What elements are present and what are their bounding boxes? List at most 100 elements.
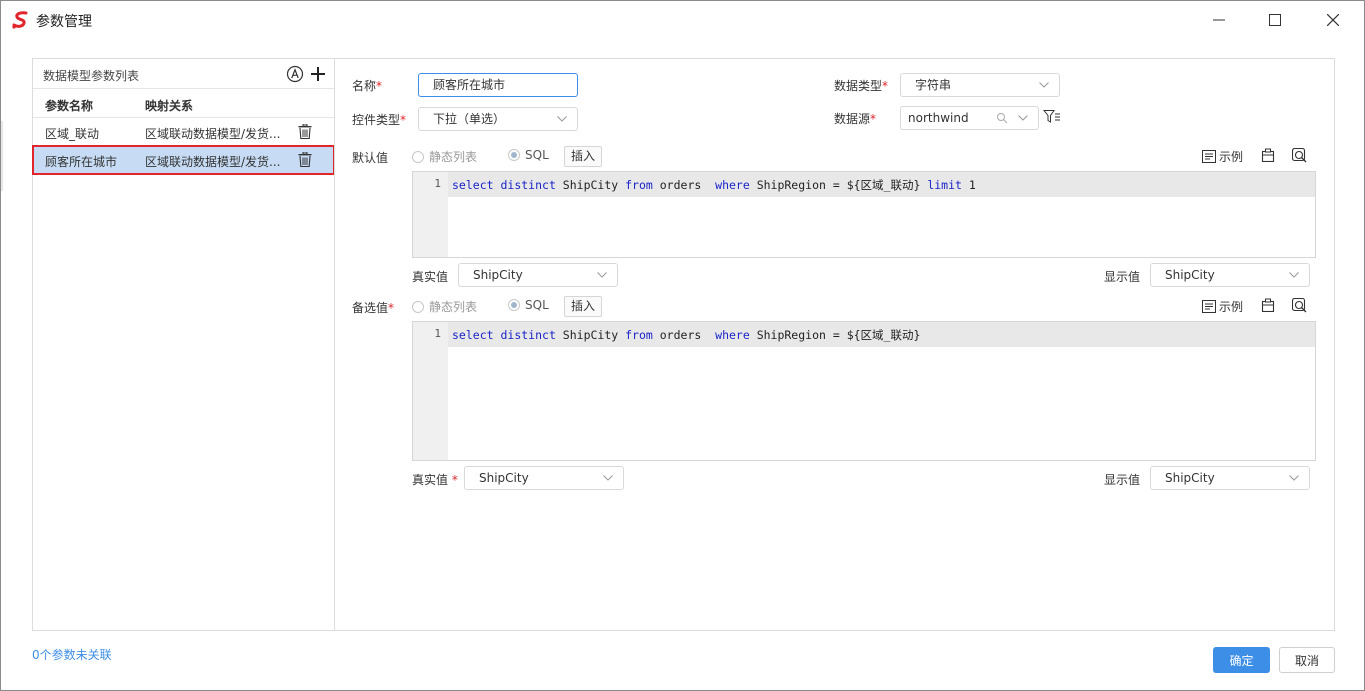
default-radio-static[interactable]: 静态列表 — [412, 148, 477, 165]
options-label: 备选值* — [352, 301, 395, 315]
sql-keyword: where — [715, 328, 750, 342]
minimize-button[interactable] — [1197, 5, 1241, 35]
sql-keyword: distinct — [500, 178, 556, 192]
window-title: 参数管理 — [36, 14, 92, 30]
filter-icon[interactable] — [1043, 109, 1061, 125]
auto-map-icon[interactable] — [286, 65, 304, 83]
search-icon[interactable] — [996, 112, 1008, 124]
app-logo-icon — [12, 11, 28, 29]
real-value: ShipCity — [473, 268, 523, 282]
options-real-value-select[interactable]: ShipCity — [464, 466, 624, 490]
chevron-down-icon — [1039, 82, 1049, 88]
radio-dot — [508, 149, 520, 161]
table-row-selected[interactable]: 顾客所在城市 区域联动数据模型/发货... — [32, 145, 335, 175]
options-display-value-select[interactable]: ShipCity — [1150, 466, 1310, 490]
control-type-value: 下拉（单选） — [433, 112, 506, 126]
radio-label: SQL — [525, 298, 549, 312]
options-display-value-label: 显示值 — [1104, 473, 1141, 487]
data-source-select[interactable]: northwind — [900, 106, 1039, 130]
sql-text: ShipCity — [555, 178, 626, 192]
radio-label: SQL — [525, 148, 549, 162]
options-radio-static[interactable]: 静态列表 — [412, 298, 477, 315]
default-insert-button[interactable]: 插入 — [564, 146, 603, 167]
chevron-down-icon — [557, 116, 567, 122]
param-detail-panel: 名称* 顾客所在城市 数据类型* 字符串 控件类型* 下拉（单选） 数据源* n… — [334, 58, 1335, 631]
chevron-down-icon — [603, 475, 613, 481]
sql-keyword: limit — [927, 178, 962, 192]
close-icon — [1327, 14, 1339, 26]
options-example-button[interactable]: 示例 — [1202, 298, 1243, 315]
radio-label: 静态列表 — [429, 150, 478, 164]
default-display-value-select[interactable]: ShipCity — [1150, 263, 1310, 287]
example-label: 示例 — [1219, 300, 1244, 314]
delete-icon[interactable] — [298, 152, 312, 167]
list-icon — [1202, 150, 1216, 163]
sql-keyword: from — [625, 178, 653, 192]
param-name: 区域_联动 — [45, 127, 100, 141]
unlinked-params-link[interactable]: 0个参数未关联 — [32, 646, 112, 663]
data-source-value: northwind — [908, 111, 969, 125]
radio-label: 静态列表 — [429, 300, 478, 314]
display-value: ShipCity — [1165, 268, 1215, 282]
sql-text: orders — [652, 328, 716, 342]
chevron-down-icon — [597, 272, 607, 278]
default-real-value-select[interactable]: ShipCity — [458, 263, 618, 287]
default-example-button[interactable]: 示例 — [1202, 148, 1243, 165]
ok-button[interactable]: 确定 — [1213, 647, 1270, 673]
name-input[interactable]: 顾客所在城市 — [418, 73, 578, 97]
control-type-select[interactable]: 下拉（单选） — [418, 107, 578, 131]
control-type-label: 控件类型* — [352, 113, 407, 127]
sql-text: ShipRegion = ${区域_联动} — [749, 328, 921, 342]
minimize-icon — [1213, 19, 1225, 21]
example-label: 示例 — [1219, 150, 1244, 164]
sql-keyword: distinct — [500, 328, 556, 342]
data-type-select[interactable]: 字符串 — [900, 73, 1060, 97]
default-value-label: 默认值 — [352, 151, 389, 165]
param-mapping: 区域联动数据模型/发货... — [145, 155, 281, 169]
options-insert-button[interactable]: 插入 — [564, 296, 603, 317]
param-manager-dialog: 参数管理 数据模型参数列表 参数名称 映射关系 区域_联动 区域联动数据模型/发… — [0, 0, 1365, 691]
param-list-title: 数据模型参数列表 — [43, 69, 140, 83]
cancel-button[interactable]: 取消 — [1279, 647, 1335, 673]
options-radio-sql[interactable]: SQL — [508, 298, 549, 312]
sql-keyword: select — [452, 178, 494, 192]
display-value: ShipCity — [1165, 471, 1215, 485]
preview-search-icon[interactable] — [1292, 298, 1307, 313]
real-value: ShipCity — [479, 471, 529, 485]
add-param-icon[interactable] — [309, 65, 327, 83]
param-list-column-header: 参数名称 映射关系 — [33, 89, 334, 118]
left-edge-divider — [1, 121, 3, 191]
name-label: 名称* — [352, 79, 383, 93]
param-mapping: 区域联动数据模型/发货... — [145, 127, 281, 141]
maximize-button[interactable] — [1253, 5, 1297, 35]
clipboard-icon[interactable] — [1261, 298, 1275, 312]
line-number: 1 — [434, 327, 441, 340]
default-radio-sql[interactable]: SQL — [508, 148, 549, 162]
chevron-down-icon — [1018, 115, 1028, 121]
clipboard-icon[interactable] — [1261, 148, 1275, 162]
param-list-panel: 数据模型参数列表 参数名称 映射关系 区域_联动 区域联动数据模型/发货... — [32, 58, 335, 631]
sql-keyword: where — [715, 178, 750, 192]
column-mapping: 映射关系 — [145, 99, 194, 113]
default-sql-editor[interactable]: 1 select distinct ShipCity from orders w… — [412, 171, 1316, 258]
preview-search-icon[interactable] — [1292, 148, 1307, 163]
sql-code-line: select distinct ShipCity from orders whe… — [452, 177, 976, 193]
param-list-rows: 区域_联动 区域联动数据模型/发货... 顾客所在城市 区域联动数据模型/发货.… — [32, 118, 335, 175]
close-button[interactable] — [1311, 5, 1355, 35]
column-param-name: 参数名称 — [45, 99, 94, 113]
list-icon — [1202, 300, 1216, 313]
sql-text: 1 — [961, 178, 976, 192]
sql-keyword: from — [625, 328, 653, 342]
sql-keyword: select — [452, 328, 494, 342]
sql-text: ShipCity — [555, 328, 626, 342]
sql-text: ShipRegion = ${区域_联动} — [749, 178, 928, 192]
options-sql-editor[interactable]: 1 select distinct ShipCity from orders w… — [412, 321, 1316, 461]
delete-icon[interactable] — [298, 124, 312, 139]
sql-text: orders — [652, 178, 716, 192]
data-type-label: 数据类型* — [834, 79, 889, 93]
table-row[interactable]: 区域_联动 区域联动数据模型/发货... — [33, 118, 334, 146]
param-list-header: 数据模型参数列表 — [33, 59, 334, 89]
data-source-label: 数据源* — [834, 112, 877, 126]
default-real-value-label: 真实值 — [412, 270, 449, 284]
radio-dot — [412, 150, 424, 163]
